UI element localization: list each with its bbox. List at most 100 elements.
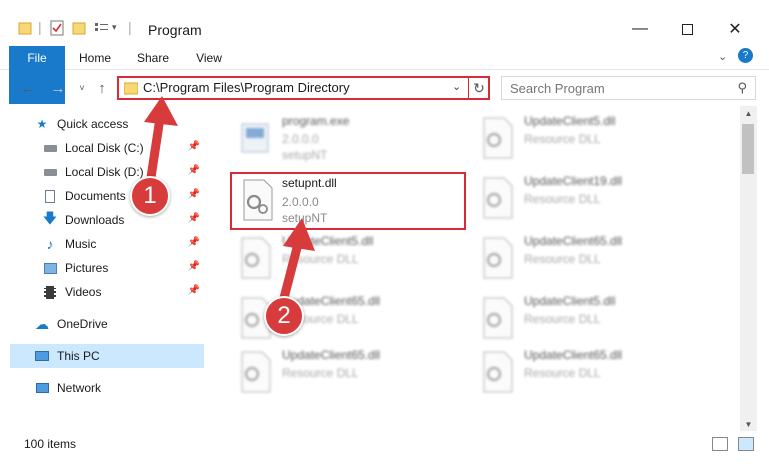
pin-icon[interactable]: 📌 — [188, 189, 200, 200]
file-description: setupNT — [282, 211, 328, 225]
file-name: program.exe — [282, 114, 350, 128]
sidebar-item-downloads[interactable]: 🡇 Downloads 📌 — [10, 208, 204, 232]
refresh-icon: ↻ — [473, 79, 485, 96]
forward-button[interactable]: → — [48, 76, 68, 100]
sidebar-item-this-pc[interactable]: This PC — [10, 344, 204, 368]
exe-file-icon — [241, 123, 269, 153]
sidebar-item-music[interactable]: ♪ Music 📌 — [10, 232, 204, 256]
details-view-icon[interactable] — [712, 437, 728, 451]
sidebar-item-label: OneDrive — [57, 317, 108, 331]
properties-icon[interactable] — [50, 20, 64, 36]
view-details-icon[interactable] — [94, 20, 110, 36]
pin-icon[interactable]: 📌 — [188, 261, 200, 272]
file-item-updateclient5-dll[interactable]: UpdateClient5.dll Resource DLL — [230, 232, 460, 290]
dll-file-icon — [243, 179, 273, 221]
back-button[interactable]: ← — [18, 76, 38, 100]
file-item-updateclient65-dll[interactable]: UpdateClient65.dll Resource DLL — [230, 346, 460, 404]
pin-icon[interactable]: 📌 — [188, 285, 200, 296]
music-icon: ♪ — [46, 236, 54, 252]
sidebar-item-network[interactable]: Network — [10, 376, 204, 400]
dll-file-icon — [483, 297, 513, 339]
maximize-icon — [681, 23, 693, 35]
tab-share[interactable]: Share — [128, 46, 178, 70]
window-title: Program — [148, 22, 202, 38]
pin-icon[interactable]: 📌 — [188, 141, 200, 152]
sidebar-item-local-disk-d[interactable]: Local Disk (D:) 📌 — [10, 160, 204, 184]
sidebar-item-label: Documents — [65, 189, 126, 203]
star-icon: ★ — [36, 117, 48, 131]
file-name: UpdateClient5.dll — [524, 114, 616, 128]
search-box[interactable]: ⚲ — [501, 76, 756, 100]
scroll-down-icon[interactable]: ▼ — [740, 417, 757, 431]
item-count: 100 items — [24, 437, 77, 451]
arrow-up-icon: ↑ — [98, 79, 106, 97]
file-description: Resource DLL — [282, 252, 359, 266]
sidebar-item-local-disk-c[interactable]: Local Disk (C:) 📌 — [10, 136, 204, 160]
new-folder-icon[interactable] — [72, 20, 86, 36]
sidebar-item-label: Quick access — [57, 117, 129, 131]
help-icon[interactable]: ? — [738, 48, 753, 63]
pin-icon[interactable]: 📌 — [188, 165, 200, 176]
onedrive-icon: ☁ — [35, 315, 49, 332]
file-item-updateclient65-dll[interactable]: UpdateClient65.dll Resource DLL — [472, 346, 702, 404]
sidebar-item-label: Downloads — [65, 213, 125, 227]
separator: | — [128, 19, 132, 35]
tab-home[interactable]: Home — [70, 46, 120, 70]
file-item-program-exe[interactable]: program.exe 2.0.0.0 setupNT — [230, 112, 460, 170]
title-bar: | ▾ | Program — ✕ — [0, 0, 769, 46]
arrow-right-icon: → — [50, 79, 66, 97]
pin-icon[interactable]: 📌 — [188, 213, 200, 224]
scroll-thumb[interactable] — [742, 124, 754, 174]
refresh-button[interactable]: ↻ — [468, 77, 489, 99]
documents-icon — [42, 189, 58, 203]
sidebar-item-label: Local Disk (D:) — [65, 165, 144, 179]
chevron-down-icon[interactable]: ⌄ — [452, 80, 461, 93]
scroll-up-icon[interactable]: ▲ — [740, 106, 757, 120]
vertical-scrollbar[interactable]: ▲ ▼ — [740, 106, 757, 431]
search-input[interactable] — [502, 77, 727, 99]
chevron-down-icon[interactable]: ⌄ — [718, 50, 727, 63]
file-item-updateclient5-dll[interactable]: UpdateClient5.dll Resource DLL — [472, 112, 702, 170]
file-description: Resource DLL — [524, 132, 601, 146]
address-path[interactable]: C:\Program Files\Program Directory — [143, 80, 350, 95]
file-name: UpdateClient19.dll — [524, 174, 623, 188]
file-name: UpdateClient5.dll — [282, 234, 374, 248]
folder-icon[interactable] — [18, 20, 32, 36]
drive-icon — [42, 141, 58, 155]
pin-icon[interactable]: 📌 — [188, 237, 200, 248]
address-bar[interactable]: C:\Program Files\Program Directory ⌄ ↻ — [117, 76, 490, 100]
dll-file-icon — [483, 117, 513, 159]
search-icon[interactable]: ⚲ — [737, 80, 747, 96]
customize-toolbar-chevron-icon[interactable]: ▾ — [112, 22, 117, 33]
sidebar-item-pictures[interactable]: Pictures 📌 — [10, 256, 204, 280]
up-button[interactable]: ↑ — [92, 76, 112, 100]
separator: | — [38, 19, 42, 35]
file-name: UpdateClient65.dll — [524, 348, 623, 362]
close-button[interactable]: ✕ — [712, 14, 758, 44]
large-icons-view-icon[interactable] — [738, 437, 754, 451]
file-description: Resource DLL — [282, 366, 359, 380]
file-item-updateclient19-dll[interactable]: UpdateClient19.dll Resource DLL — [472, 172, 702, 230]
sidebar-item-videos[interactable]: Videos 📌 — [10, 280, 204, 304]
dll-file-icon — [241, 351, 271, 393]
sidebar-item-documents[interactable]: Documents 📌 — [10, 184, 204, 208]
file-item-updateclient65-dll[interactable]: UpdateClient65.dll Resource DLL — [472, 232, 702, 290]
sidebar-item-label: This PC — [57, 349, 100, 363]
dll-file-icon — [483, 237, 513, 279]
dll-file-icon — [483, 351, 513, 393]
file-item-setupnt-dll[interactable]: setupnt.dll 2.0.0.0 setupNT — [230, 172, 466, 230]
sidebar-item-onedrive[interactable]: ☁ OneDrive — [10, 312, 204, 336]
arrow-left-icon: ← — [20, 79, 36, 97]
recent-locations-button[interactable]: ˅ — [72, 76, 92, 100]
tab-view[interactable]: View — [184, 46, 234, 70]
maximize-button[interactable] — [664, 14, 710, 44]
sidebar-item-label: Local Disk (C:) — [65, 141, 144, 155]
pictures-icon — [42, 261, 58, 275]
sidebar-item-label: Music — [65, 237, 97, 251]
file-item-updateclient5-dll[interactable]: UpdateClient5.dll Resource DLL — [472, 292, 702, 350]
downloads-icon: 🡇 — [42, 210, 58, 226]
sidebar-item-quick-access[interactable]: ★ Quick access — [10, 112, 204, 136]
sidebar-item-label: Network — [57, 381, 102, 395]
minimize-button[interactable]: — — [617, 14, 663, 44]
chevron-down-icon: ˅ — [79, 83, 85, 93]
